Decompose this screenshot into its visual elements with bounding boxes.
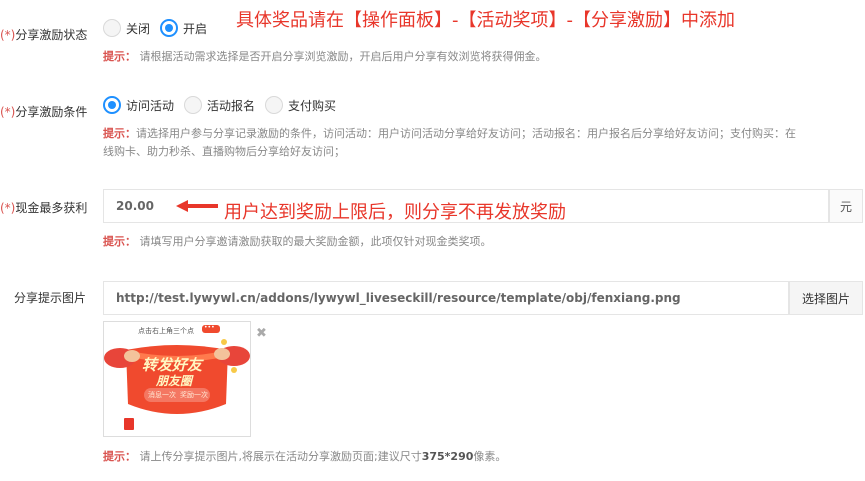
hint-line-2: 线购卡、助力秒杀、直播购物后分享给好友访问；: [103, 145, 345, 158]
hint-label: 提示：: [103, 50, 136, 63]
hint-size: 375*290: [421, 450, 474, 463]
share-condition-hint: 提示：请选择用户参与分享记录激励的条件，访问活动：用户访问活动分享给好友访问；活…: [103, 125, 863, 161]
thumb-badge: •••: [204, 324, 215, 331]
cash-max-value: 20.00: [116, 199, 154, 213]
radio-open-label: 开启: [183, 21, 208, 36]
share-status-hint: 提示： 请根据活动需求选择是否开启分享浏览激励，开启后用户分享有效浏览将获得佣金…: [103, 48, 547, 66]
share-image-hint: 提示： 请上传分享提示图片,将展示在活动分享激励页面;建议尺寸375*290像素…: [103, 448, 506, 466]
required-mark: (*): [0, 28, 16, 42]
radio-pay-circle[interactable]: [265, 96, 284, 114]
required-mark: (*): [0, 201, 16, 215]
radio-signup[interactable]: 活动报名: [184, 96, 255, 114]
share-image-label: 分享提示图片: [14, 291, 87, 305]
radio-visit[interactable]: 访问活动: [103, 96, 174, 114]
hint-line-1: 提示：请选择用户参与分享记录激励的条件，访问活动：用户访问活动分享给好友访问；活…: [103, 125, 863, 143]
share-status-radio-group: 关闭 开启: [103, 19, 217, 37]
annotation-top: 具体奖品请在【操作面板】-【活动奖项】-【分享激励】中添加: [236, 10, 735, 31]
cash-max-hint: 提示： 请填写用户分享邀请激励获取的最大奖励金额，此项仅针对现金类奖项。: [103, 233, 492, 251]
arrow-left-icon: [176, 200, 218, 212]
hint-text-pre: 请上传分享提示图片,将展示在活动分享激励页面;建议尺寸: [139, 450, 422, 463]
cash-max-label-text: 现金最多获利: [15, 201, 88, 215]
thumb-top-text: 点击右上角三个点: [138, 327, 194, 335]
thumb-title-2: 朋友圈: [156, 374, 193, 388]
radio-visit-circle[interactable]: [103, 96, 121, 114]
hint-text-line1: 请选择用户参与分享记录激励的条件，访问活动：用户访问活动分享给好友访问；活动报名…: [136, 127, 796, 140]
hint-text: 请根据活动需求选择是否开启分享浏览激励，开启后用户分享有效浏览将获得佣金。: [139, 50, 547, 63]
hint-text: 请填写用户分享邀请激励获取的最大奖励金额，此项仅针对现金类奖项。: [139, 235, 492, 248]
share-condition-radio-group: 访问活动 活动报名 支付购买: [103, 96, 346, 114]
share-image-thumbnail: 点击右上角三个点 ••• 转发好友 朋友圈 消息一次 奖励一次: [103, 321, 251, 437]
hint-label: 提示：: [103, 127, 136, 140]
radio-signup-circle[interactable]: [184, 96, 203, 114]
share-status-label-text: 分享激励状态: [15, 28, 88, 42]
radio-signup-label: 活动报名: [207, 98, 256, 113]
radio-close-label: 关闭: [126, 21, 151, 36]
hint-text-post: 像素。: [473, 450, 507, 463]
hint-label: 提示：: [103, 450, 136, 463]
radio-pay[interactable]: 支付购买: [265, 96, 336, 114]
cash-unit-addon: 元: [829, 189, 863, 223]
radio-close[interactable]: 关闭: [103, 19, 150, 37]
hint-label: 提示：: [103, 235, 136, 248]
radio-close-circle[interactable]: [103, 19, 121, 37]
share-status-label: (*)分享激励状态: [0, 26, 87, 43]
share-condition-label-text: 分享激励条件: [15, 105, 88, 119]
required-mark: (*): [0, 105, 16, 119]
share-image-url-value: http://test.lywywl.cn/addons/lywywl_live…: [116, 291, 681, 305]
radio-pay-label: 支付购买: [288, 98, 337, 113]
cash-max-annotation: 用户达到奖励上限后，则分享不再发放奖励: [224, 202, 566, 223]
radio-open-circle[interactable]: [160, 19, 179, 37]
thumb-sub-2: 奖励一次: [180, 391, 208, 399]
radio-open[interactable]: 开启: [160, 19, 207, 37]
cash-max-label: (*)现金最多获利: [0, 199, 87, 216]
share-condition-label: (*)分享激励条件: [0, 103, 87, 120]
remove-image-icon[interactable]: ✖: [256, 326, 267, 341]
radio-visit-label: 访问活动: [126, 98, 175, 113]
thumb-sub-1: 消息一次: [148, 391, 176, 399]
choose-image-button[interactable]: 选择图片: [789, 281, 863, 315]
share-image-url-input[interactable]: http://test.lywywl.cn/addons/lywywl_live…: [103, 281, 789, 315]
